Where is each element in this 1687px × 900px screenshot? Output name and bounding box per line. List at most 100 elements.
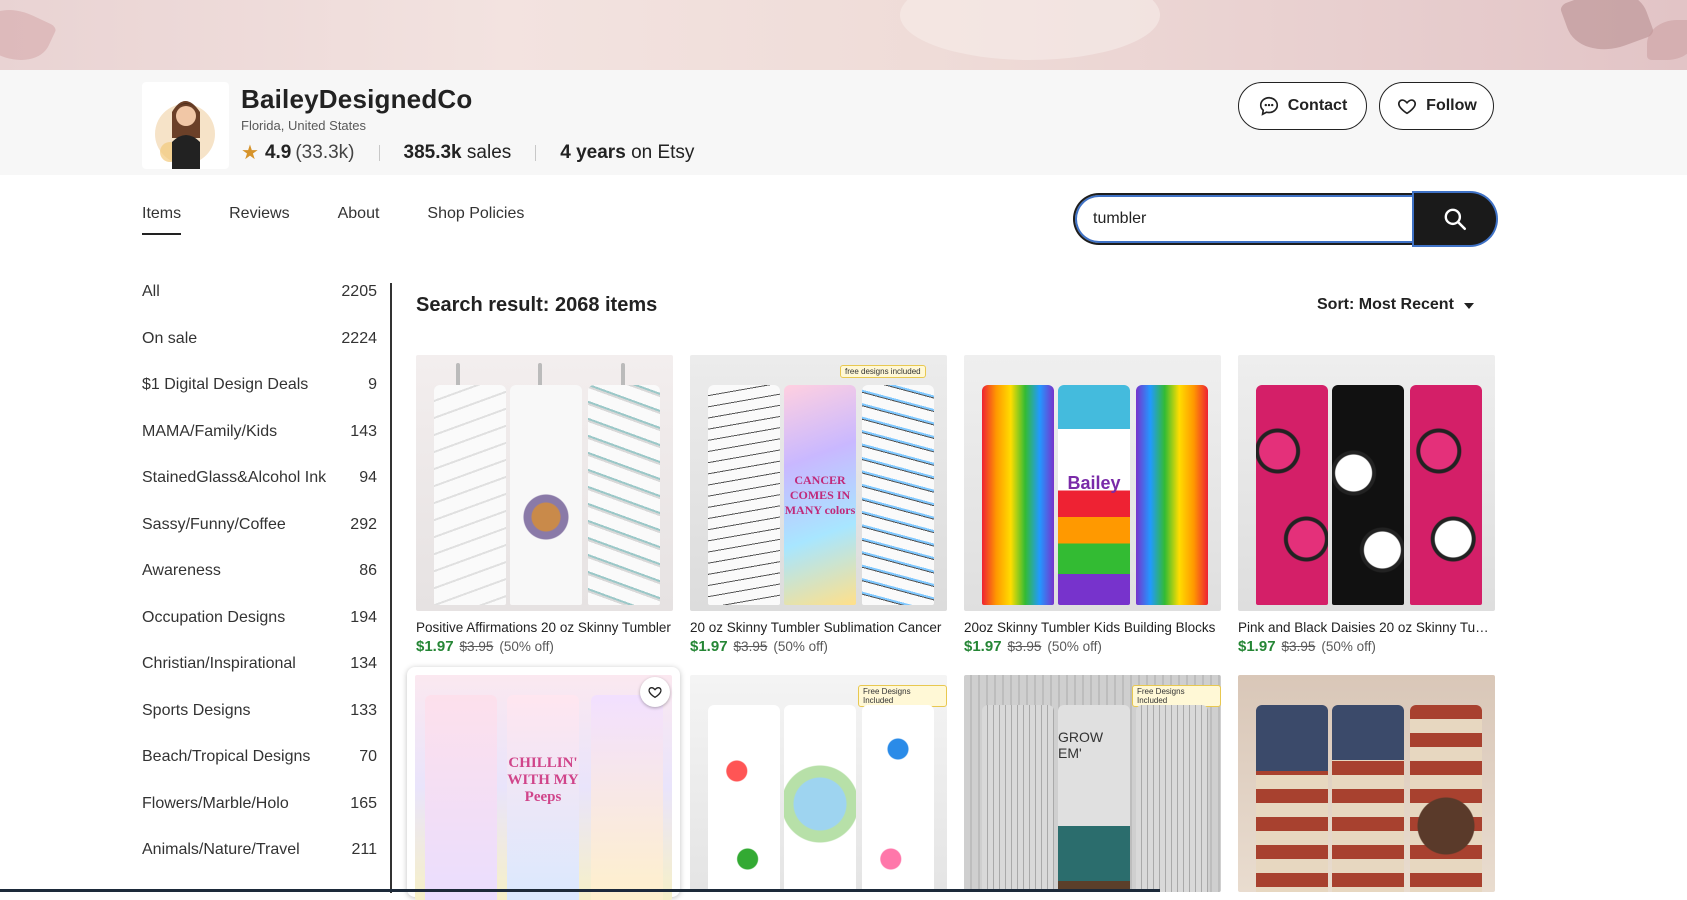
category-sidebar: All 2205 On sale 2224 $1 Digital Design De…: [142, 283, 377, 888]
tab-about[interactable]: About: [338, 205, 380, 235]
follow-label: Follow: [1426, 97, 1477, 114]
sidebar-item-all[interactable]: All 2205: [142, 283, 377, 330]
shop-rating: 4.9: [264, 141, 292, 163]
listing-title[interactable]: Positive Affirmations 20 oz Skinny Tumbl…: [416, 620, 673, 635]
tumbler: [784, 705, 856, 892]
sidebar-item-mama-family-kids[interactable]: MAMA/Family/Kids 143: [142, 423, 377, 470]
category-count: 143: [350, 422, 377, 440]
category-count: 165: [350, 794, 377, 812]
sidebar-item-flowers-marble[interactable]: Flowers/Marble/Holo 165: [142, 795, 377, 842]
contact-button[interactable]: Contact: [1238, 82, 1367, 130]
sale-price: $1.97: [964, 638, 1002, 655]
listing-price: $1.97 $3.95 (50% off): [1238, 638, 1495, 655]
listing-image[interactable]: [416, 355, 673, 611]
stat-divider: [378, 144, 380, 161]
category-label: Animals/Nature/Travel: [142, 841, 300, 858]
listing-price: $1.97 $3.95 (50% off): [690, 638, 947, 655]
listing-image[interactable]: [1238, 675, 1495, 892]
shop-location: Florida, United States: [241, 118, 367, 133]
search-button[interactable]: [1414, 193, 1496, 245]
listing-title[interactable]: 20oz Skinny Tumbler Kids Building Blocks: [964, 620, 1221, 635]
search-icon: [1444, 208, 1467, 231]
tumbler: [434, 385, 506, 605]
sales-value: 385.3k: [403, 141, 462, 163]
tumbler: [1256, 385, 1328, 605]
tumbler: [1136, 705, 1208, 892]
tumbler: [588, 385, 660, 605]
years-value: 4 years: [560, 141, 626, 163]
category-count: 134: [350, 655, 377, 672]
tab-reviews[interactable]: Reviews: [229, 205, 289, 235]
listing-image[interactable]: CHILLIN' WITH MY Peeps: [415, 675, 672, 900]
listing-card[interactable]: free designs included CANCER COMES IN MA…: [690, 355, 947, 655]
star-icon: ★: [241, 142, 259, 164]
listing-title[interactable]: 20 oz Skinny Tumbler Sublimation Cancer: [690, 620, 947, 635]
sidebar-item-sports[interactable]: Sports Designs 133: [142, 702, 377, 749]
sidebar-item-beach-tropical[interactable]: Beach/Tropical Designs 70: [142, 748, 377, 795]
review-count[interactable]: (33.3k): [295, 142, 354, 164]
banner-leaf-right: [1559, 0, 1655, 62]
tab-shop-policies[interactable]: Shop Policies: [427, 205, 524, 235]
original-price: $3.95: [459, 639, 494, 654]
tumbler: [862, 385, 934, 605]
listing-image[interactable]: Free Designs Included: [690, 675, 947, 892]
category-count: 133: [350, 701, 377, 719]
caret-down-icon: [1463, 303, 1474, 309]
sidebar-item-animals-nature[interactable]: Animals/Nature/Travel 211: [142, 841, 377, 888]
favorite-button[interactable]: [640, 677, 670, 707]
listing-image[interactable]: [1238, 355, 1495, 611]
heart-icon: [648, 686, 662, 699]
category-label: Sassy/Funny/Coffee: [142, 515, 286, 533]
original-price: $3.95: [1007, 639, 1042, 654]
listing-image[interactable]: Free Designs Included GROW EM': [964, 675, 1221, 892]
category-count: 86: [359, 562, 377, 579]
sort-label: Sort: Most Recent: [1317, 296, 1454, 313]
shop-stats: ★ 4.9 (33.3k) 385.3k sales 4 years on Et…: [241, 140, 694, 165]
sidebar-item-occupation[interactable]: Occupation Designs 194: [142, 609, 377, 656]
category-label: Christian/Inspirational: [142, 655, 296, 672]
sidebar-item-awareness[interactable]: Awareness 86: [142, 562, 377, 609]
listing-image[interactable]: free designs included CANCER COMES IN MA…: [690, 355, 947, 611]
chat-icon: [1259, 96, 1278, 116]
sort-dropdown[interactable]: Sort: Most Recent: [1317, 296, 1474, 314]
tumbler: [591, 695, 663, 900]
category-count: 9: [368, 376, 377, 393]
tumbler-chillin-text: CHILLIN' WITH MY Peeps: [507, 695, 579, 900]
category-label: Occupation Designs: [142, 608, 286, 626]
sidebar-item-on-sale[interactable]: On sale 2224: [142, 330, 377, 377]
sidebar-item-digital-deals[interactable]: $1 Digital Design Deals 9: [142, 376, 377, 423]
listing-card-hovered[interactable]: CHILLIN' WITH MY Peeps: [407, 667, 680, 900]
category-label: Sports Designs: [142, 701, 251, 719]
original-price: $3.95: [1281, 639, 1316, 654]
listing-price: $1.97 $3.95 (50% off): [416, 638, 673, 655]
listing-title[interactable]: Pink and Black Daisies 20 oz Skinny Tumb…: [1238, 620, 1495, 635]
tumbler: [425, 695, 497, 900]
years-label: on Etsy: [631, 141, 695, 163]
category-label: Beach/Tropical Designs: [142, 748, 311, 765]
banner-decoration: [900, 0, 1160, 60]
free-designs-badge: Free Designs Included: [1132, 685, 1221, 707]
sidebar-item-stainedglass[interactable]: StainedGlass&Alcohol Ink 94: [142, 469, 377, 516]
contact-label: Contact: [1287, 97, 1348, 114]
tab-items[interactable]: Items: [142, 205, 182, 235]
tumbler: [510, 385, 582, 605]
sidebar-item-sassy-funny-coffee[interactable]: Sassy/Funny/Coffee 292: [142, 516, 377, 563]
listing-card[interactable]: [1238, 675, 1495, 892]
sidebar-item-christian[interactable]: Christian/Inspirational 134: [142, 655, 377, 702]
tumbler: [982, 385, 1054, 605]
listing-card[interactable]: Free Designs Included GROW EM': [964, 675, 1221, 892]
listing-card[interactable]: Positive Affirmations 20 oz Skinny Tumbl…: [416, 355, 673, 655]
sale-price: $1.97: [1238, 638, 1276, 655]
listing-card[interactable]: Free Designs Included: [690, 675, 947, 892]
listing-card[interactable]: Bailey 20oz Skinny Tumbler Kids Building…: [964, 355, 1221, 655]
search-input[interactable]: [1073, 193, 1414, 245]
follow-button[interactable]: Follow: [1379, 82, 1494, 130]
tumbler: [1410, 705, 1482, 892]
shop-avatar[interactable]: [142, 82, 229, 169]
category-count: 2205: [341, 283, 377, 300]
listing-image[interactable]: Bailey: [964, 355, 1221, 611]
tumbler: [862, 705, 934, 892]
listing-card[interactable]: Pink and Black Daisies 20 oz Skinny Tumb…: [1238, 355, 1495, 655]
original-price: $3.95: [733, 639, 768, 654]
listing-price: $1.97 $3.95 (50% off): [964, 638, 1221, 655]
